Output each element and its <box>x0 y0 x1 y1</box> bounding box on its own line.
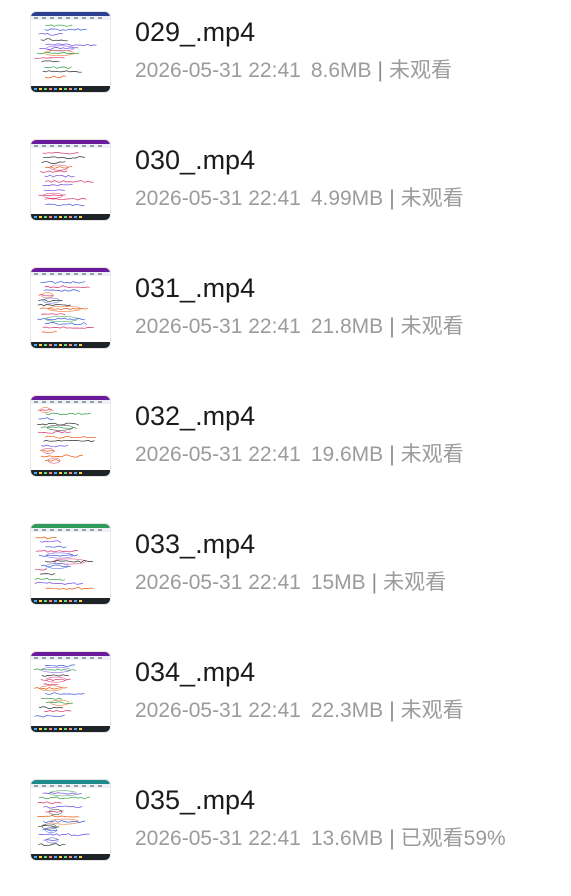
meta-separator: | <box>389 443 395 466</box>
file-name: 033_.mp4 <box>135 529 256 559</box>
watch-status: 未观看 <box>388 59 452 82</box>
file-date: 2026-05-31 22:41 <box>135 571 301 594</box>
meta-separator: | <box>371 571 378 594</box>
file-name: 035_.mp4 <box>135 785 256 815</box>
meta-separator: | <box>389 827 395 850</box>
thumbnail-image <box>31 396 110 476</box>
file-name: 029_.mp4 <box>135 17 256 47</box>
list-item[interactable]: 033_.mp4 2026-05-31 22:41 15MB | 未观看 <box>0 512 571 640</box>
file-meta: 2026-05-31 22:41 22.3MB | 未观看 <box>135 698 464 724</box>
video-thumbnail[interactable] <box>31 140 110 220</box>
file-name: 032_.mp4 <box>135 401 256 431</box>
thumbnail-image <box>31 652 110 732</box>
video-thumbnail[interactable] <box>31 652 110 732</box>
file-size: 8.6MB <box>310 59 372 82</box>
file-date: 2026-05-31 22:41 <box>135 827 301 850</box>
watch-status: 未观看 <box>400 699 464 722</box>
meta-separator: | <box>389 699 395 722</box>
file-meta: 2026-05-31 22:41 4.99MB | 未观看 <box>135 186 464 212</box>
file-meta: 2026-05-31 22:41 13.6MB | 已观看59% <box>135 826 506 852</box>
video-thumbnail[interactable] <box>31 524 110 604</box>
meta-separator: | <box>389 187 395 210</box>
meta-separator: | <box>377 59 383 82</box>
file-date: 2026-05-31 22:41 <box>135 443 301 466</box>
watch-status: 未观看 <box>400 187 464 210</box>
file-size: 4.99MB <box>310 187 384 210</box>
file-size: 19.6MB <box>310 443 384 466</box>
file-name: 030_.mp4 <box>135 145 256 175</box>
list-item[interactable]: 035_.mp4 2026-05-31 22:41 13.6MB | 已观看59% <box>0 768 571 896</box>
file-name: 034_.mp4 <box>135 657 256 687</box>
watch-status: 未观看 <box>383 571 447 594</box>
meta-separator: | <box>389 315 395 338</box>
file-size: 22.3MB <box>310 699 384 722</box>
file-date: 2026-05-31 22:41 <box>135 315 301 338</box>
watch-status: 已观看59% <box>400 827 506 850</box>
video-thumbnail[interactable] <box>31 396 110 476</box>
thumbnail-image <box>31 12 110 92</box>
video-thumbnail[interactable] <box>31 780 110 860</box>
file-size: 21.8MB <box>310 315 384 338</box>
list-item[interactable]: 031_.mp4 2026-05-31 22:41 21.8MB | 未观看 <box>0 256 571 384</box>
file-date: 2026-05-31 22:41 <box>135 699 301 722</box>
file-size: 15MB <box>310 571 366 594</box>
file-date: 2026-05-31 22:41 <box>135 59 301 82</box>
watch-status: 未观看 <box>400 443 464 466</box>
file-meta: 2026-05-31 22:41 21.8MB | 未观看 <box>135 314 464 340</box>
thumbnail-image <box>31 140 110 220</box>
thumbnail-image <box>31 524 110 604</box>
file-meta: 2026-05-31 22:41 8.6MB | 未观看 <box>135 58 452 84</box>
list-item[interactable]: 032_.mp4 2026-05-31 22:41 19.6MB | 未观看 <box>0 384 571 512</box>
list-item[interactable]: 034_.mp4 2026-05-31 22:41 22.3MB | 未观看 <box>0 640 571 768</box>
file-name: 031_.mp4 <box>135 273 256 303</box>
thumbnail-image <box>31 268 110 348</box>
file-meta: 2026-05-31 22:41 19.6MB | 未观看 <box>135 442 464 468</box>
video-thumbnail[interactable] <box>31 268 110 348</box>
list-item[interactable]: 029_.mp4 2026-05-31 22:41 8.6MB | 未观看 <box>0 0 571 128</box>
thumbnail-image <box>31 780 110 860</box>
file-meta: 2026-05-31 22:41 15MB | 未观看 <box>135 570 446 596</box>
list-item[interactable]: 030_.mp4 2026-05-31 22:41 4.99MB | 未观看 <box>0 128 571 256</box>
file-size: 13.6MB <box>310 827 384 850</box>
watch-status: 未观看 <box>400 315 464 338</box>
video-thumbnail[interactable] <box>31 12 110 92</box>
file-date: 2026-05-31 22:41 <box>135 187 301 210</box>
